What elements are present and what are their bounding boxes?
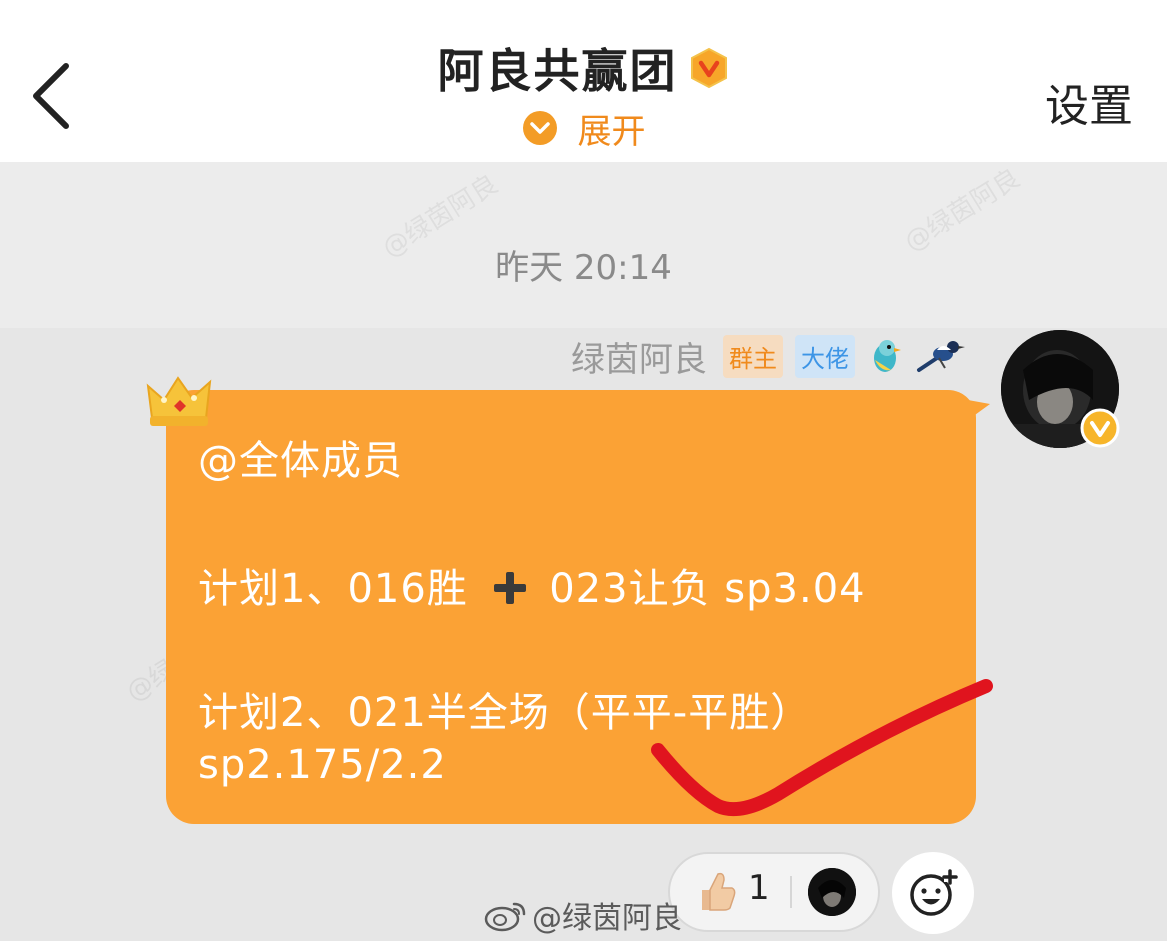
- group-title: 阿良共赢团: [437, 44, 678, 98]
- plan-one-suffix: 023让负 sp3.04: [549, 566, 866, 612]
- plan-one-prefix: 计划1、016胜: [198, 566, 468, 612]
- group-owner-tag: 群主: [723, 334, 783, 378]
- thumbs-up-icon: [702, 872, 736, 911]
- message-timestamp: 昨天 20:14: [495, 248, 672, 288]
- add-emoji-icon: [910, 869, 958, 916]
- magpie-bird-icon: [917, 341, 965, 372]
- group-title-row: 阿良共赢团: [0, 36, 1167, 100]
- reaction-divider: [790, 876, 792, 908]
- add-reaction-button[interactable]: [892, 852, 974, 934]
- bird-icon: [874, 340, 901, 372]
- sender-name[interactable]: 绿茵阿良: [571, 332, 707, 381]
- reaction-count: 1: [748, 868, 770, 908]
- plus-icon: [493, 572, 526, 604]
- expand-toggle[interactable]: 展开: [0, 106, 1167, 152]
- weibo-watermark-text: @绿茵阿良: [532, 901, 682, 936]
- top-nav-bar: 阿良共赢团 展开 设置: [0, 0, 1167, 162]
- expand-chevron-icon: [522, 111, 557, 145]
- settings-button[interactable]: 设置: [1045, 70, 1133, 134]
- message-mention: @全体成员: [198, 438, 403, 484]
- message-line: 计划2、021半全场（平平-平胜）: [198, 690, 812, 736]
- message-line: 计划1、016胜 023让负 sp3.04: [198, 556, 866, 614]
- weibo-logo-icon: [484, 902, 526, 932]
- bubble-tail: [968, 400, 990, 420]
- crown-icon: [146, 376, 212, 426]
- reactor-avatar[interactable]: [808, 868, 856, 916]
- sender-info-row: 绿茵阿良 群主 大佬: [571, 332, 977, 380]
- weibo-watermark: @绿茵阿良: [484, 896, 682, 936]
- expand-label: 展开: [577, 111, 646, 152]
- verified-v-icon: [690, 47, 727, 89]
- message-line: sp2.175/2.2: [198, 742, 447, 788]
- vip-tag: 大佬: [795, 334, 855, 378]
- verified-v-icon: [1080, 408, 1120, 448]
